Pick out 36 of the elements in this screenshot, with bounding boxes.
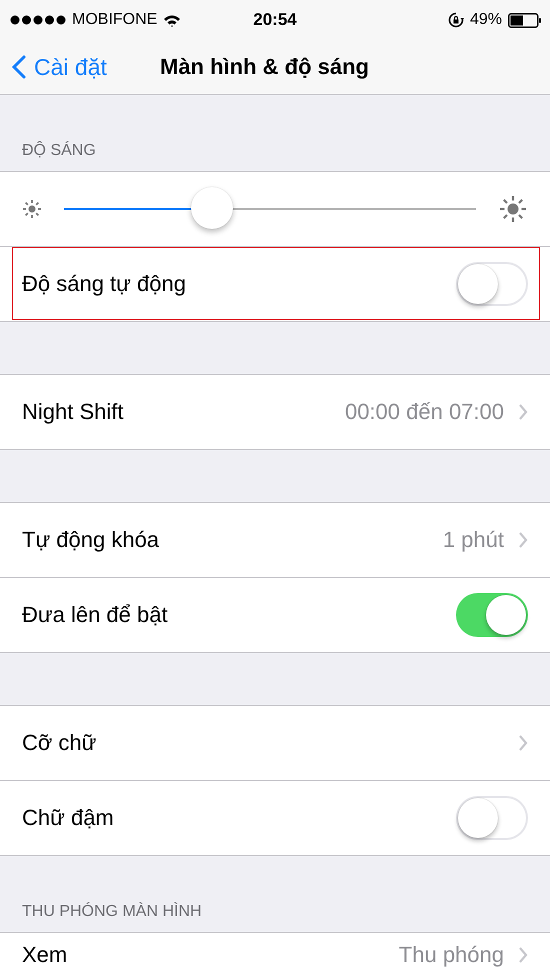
row-label: Cỡ chữ (22, 730, 96, 756)
settings-row[interactable]: Cỡ chữ (0, 706, 550, 781)
settings-row[interactable]: Tự động khóa 1 phút (0, 503, 550, 578)
row-label: Chữ đậm (22, 805, 114, 831)
row-label: Tự động khóa (22, 527, 160, 553)
section-header: ĐỘ SÁNG (21, 142, 97, 161)
settings-row[interactable]: Xem Thu phóng (0, 933, 550, 978)
row-label: Đưa lên để bật (22, 602, 168, 628)
chevron-right-icon (518, 946, 528, 964)
row-label: Xem (22, 942, 68, 968)
carrier-name: MOBIFONE (72, 11, 158, 29)
brightness-slider[interactable] (64, 187, 476, 231)
back-button[interactable]: Cài đặt (0, 54, 107, 80)
row-label: Độ sáng tự động (22, 271, 186, 297)
section-header: THU PHÓNG MÀN HÌNH (21, 903, 203, 922)
row-value: 1 phút (442, 527, 504, 553)
row-value: Thu phóng (398, 942, 504, 968)
chevron-left-icon (12, 55, 26, 79)
battery-percent: 49% (470, 11, 502, 29)
screen-title: Màn hình & độ sáng (160, 54, 369, 80)
row-label: Night Shift (22, 399, 124, 425)
low-brightness-icon (20, 197, 44, 221)
wifi-icon (163, 14, 182, 26)
toggle-switch[interactable] (456, 796, 528, 840)
slider-thumb[interactable] (191, 187, 234, 229)
toggle-switch[interactable] (456, 262, 528, 306)
toggle-switch[interactable] (456, 593, 528, 637)
chevron-right-icon (518, 531, 528, 549)
settings-row[interactable]: Night Shift 00:00 đến 07:00 (0, 375, 550, 449)
signal-icon (10, 15, 66, 25)
chevron-right-icon (518, 403, 528, 421)
rotation-lock-icon (448, 12, 464, 28)
status-time: 20:54 (253, 10, 297, 30)
chevron-right-icon (518, 734, 528, 752)
row-value: 00:00 đến 07:00 (344, 399, 504, 425)
battery-icon (508, 12, 542, 28)
